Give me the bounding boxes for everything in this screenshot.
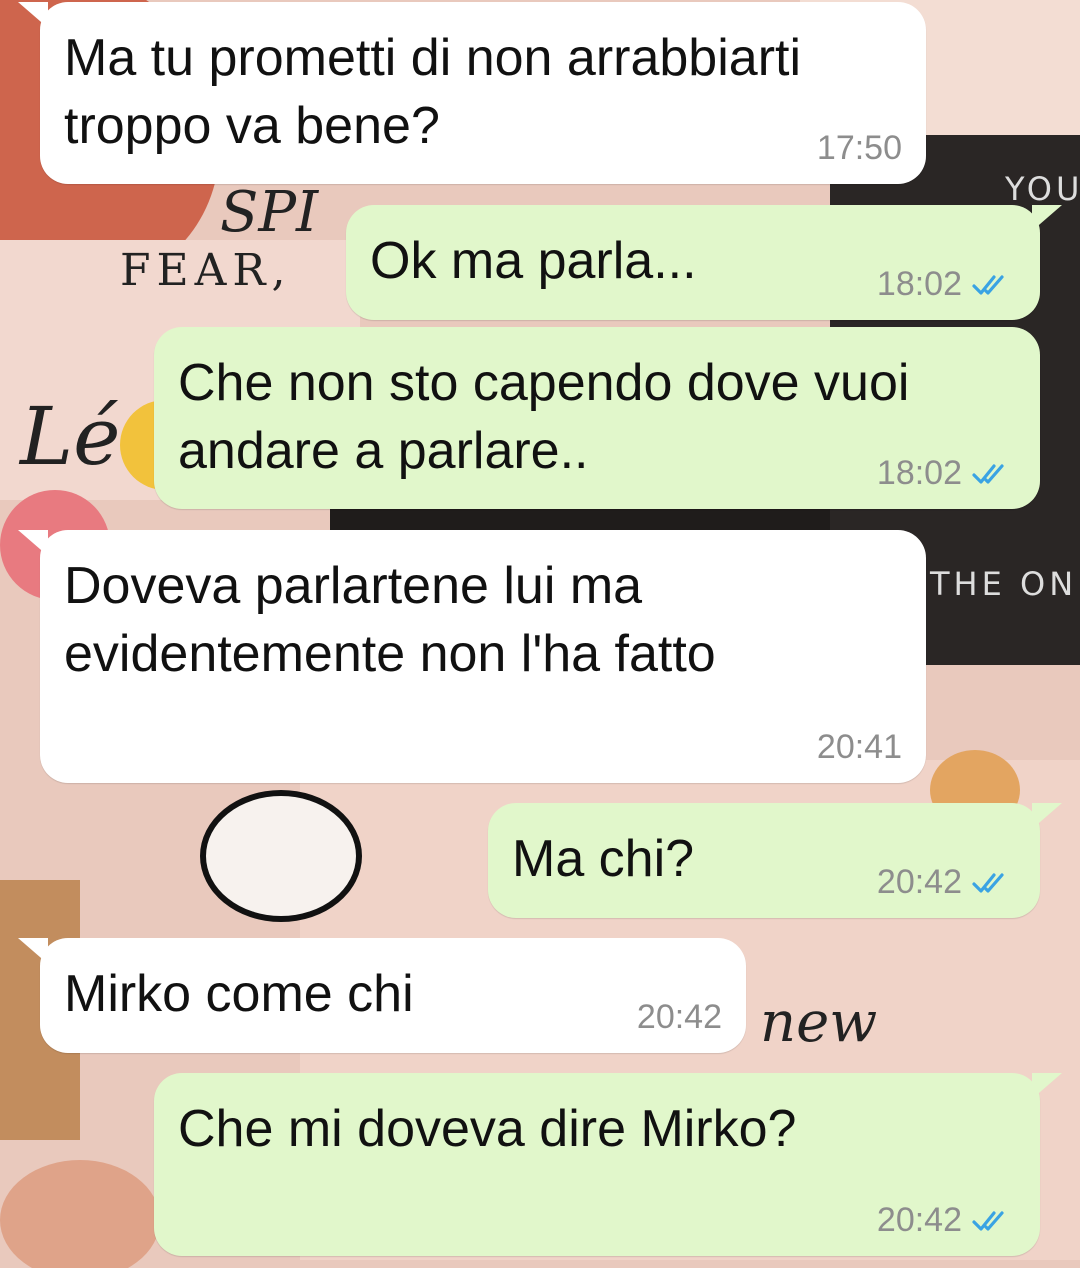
message-meta: 18:02 xyxy=(877,454,1016,493)
message-time: 18:02 xyxy=(876,265,962,303)
message-meta: 20:42 xyxy=(637,998,722,1037)
message-text: Doveva parlartene lui ma evidentemente n… xyxy=(64,557,716,683)
outgoing-message-bubble[interactable]: Ok ma parla... 18:02 xyxy=(346,205,1062,320)
message-meta: 18:02 xyxy=(877,265,1016,304)
read-ticks-icon xyxy=(972,463,1004,484)
outgoing-message-bubble[interactable]: Che non sto capendo dove vuoi andare a p… xyxy=(154,327,1040,509)
message-meta: 17:50 xyxy=(817,129,902,168)
incoming-message-bubble[interactable]: Ma tu prometti di non arrabbiarti troppo… xyxy=(18,2,926,184)
read-ticks-icon xyxy=(972,1210,1004,1231)
message-time: 20:42 xyxy=(876,1201,962,1239)
incoming-message-bubble[interactable]: Mirko come chi 20:42 xyxy=(18,938,746,1053)
outgoing-message-bubble[interactable]: Ma chi? 20:42 xyxy=(488,803,1062,918)
read-ticks-icon xyxy=(972,274,1004,295)
message-text: Che mi doveva dire Mirko? xyxy=(178,1100,797,1158)
outgoing-message-bubble[interactable]: Che mi doveva dire Mirko? 20:42 xyxy=(154,1073,1062,1256)
incoming-message-bubble[interactable]: Doveva parlartene lui ma evidentemente n… xyxy=(18,530,926,783)
message-text: Mirko come chi xyxy=(64,965,414,1023)
message-meta: 20:42 xyxy=(877,863,1016,902)
chat-conversation: Ma tu prometti di non arrabbiarti troppo… xyxy=(0,0,1080,1268)
read-ticks-icon xyxy=(972,872,1004,893)
message-meta: 20:41 xyxy=(817,728,902,767)
message-text: Ma tu prometti di non arrabbiarti troppo… xyxy=(64,29,802,155)
message-time: 17:50 xyxy=(816,129,902,167)
message-text: Ok ma parla... xyxy=(370,232,697,290)
message-time: 18:02 xyxy=(876,454,962,492)
message-time: 20:41 xyxy=(816,728,902,766)
message-text: Che non sto capendo dove vuoi andare a p… xyxy=(178,354,910,480)
message-time: 20:42 xyxy=(636,998,722,1036)
message-meta: 20:42 xyxy=(877,1201,1016,1240)
message-time: 20:42 xyxy=(876,863,962,901)
message-text: Ma chi? xyxy=(512,830,695,888)
